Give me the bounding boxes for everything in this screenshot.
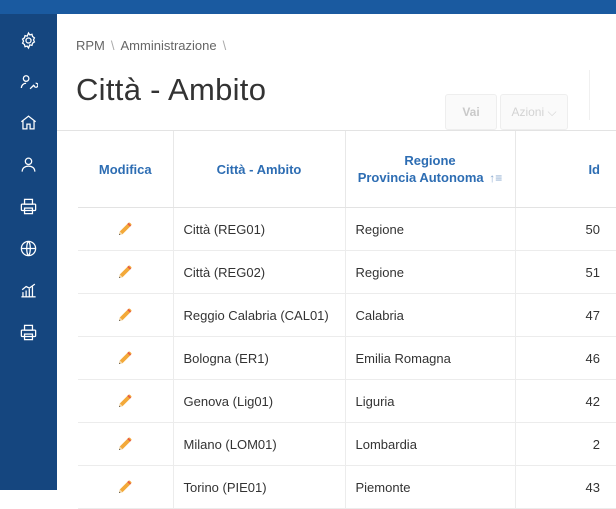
pencil-icon[interactable] [116,306,134,324]
pencil-icon[interactable] [116,263,134,281]
globe-icon [20,240,37,256]
edit-cell [78,293,174,337]
pencil-icon[interactable] [116,220,134,238]
pencil-icon[interactable] [116,435,134,453]
region-cell: Calabria [345,293,516,337]
sidebar-item-reports[interactable] [0,270,57,310]
sidebar-item-print-2[interactable] [0,312,57,352]
column-header-edit[interactable]: Modifica [78,131,174,208]
breadcrumb-separator: \ [222,38,227,53]
gear-icon [21,31,36,49]
id-cell: 47 [515,293,616,337]
edit-cell [78,207,174,251]
table-row: Città (REG01) Regione 50 [78,207,616,251]
main-content: RPM \ Amministrazione \ Città - Ambito Vai … [57,14,616,509]
actions-menu-button[interactable]: Azioni ⌵ [500,94,568,130]
pencil-icon[interactable] [116,392,134,410]
city-cell: Torino (PIE01) [173,465,346,509]
home-icon [20,114,37,129]
column-header-region[interactable]: Regione Provincia Autonoma ↑≡ [345,131,516,208]
id-cell: 2 [515,422,616,466]
toolbar-edge [589,70,616,120]
table-row: Torino (PIE01) Piemonte 43 [78,465,616,509]
edit-cell [78,250,174,294]
sidebar-item-web[interactable] [0,228,57,268]
region-cell: Regione [345,207,516,251]
page-title: Città - Ambito [76,72,267,107]
column-header-id[interactable]: Id [515,131,616,208]
sidebar [0,14,57,490]
printer-icon [20,324,37,340]
column-header-region-line2: Provincia Autonoma [357,169,484,185]
id-cell: 43 [515,465,616,509]
edit-cell [78,422,174,466]
column-header-city[interactable]: Città - Ambito [173,131,346,208]
table-row: Reggio Calabria (CAL01) Calabria 47 [78,293,616,337]
sort-ascending-icon: ↑≡ [489,170,503,185]
table-row: Genova (Lig01) Liguria 42 [78,379,616,423]
cities-table: Modifica Città - Ambito Regione Provinci… [78,131,616,509]
table-header-row: Modifica Città - Ambito Regione Provinci… [78,131,616,208]
breadcrumb-section[interactable]: Amministrazione [121,38,217,53]
id-cell: 51 [515,250,616,294]
id-cell: 42 [515,379,616,423]
region-cell: Regione [345,250,516,294]
table-row: Bologna (ER1) Emilia Romagna 46 [78,336,616,380]
edit-cell [78,379,174,423]
column-header-region-line1: Regione [404,152,456,168]
user-icon [21,157,36,172]
city-cell: Reggio Calabria (CAL01) [173,293,346,337]
region-cell: Piemonte [345,465,516,509]
pencil-icon[interactable] [116,349,134,367]
pencil-icon[interactable] [116,478,134,496]
user-wrench-icon [20,74,38,89]
city-cell: Genova (Lig01) [173,379,346,423]
sidebar-item-settings[interactable] [0,20,57,60]
printer-icon [20,198,37,214]
sidebar-item-profile[interactable] [0,144,57,184]
city-cell: Città (REG01) [173,207,346,251]
region-cell: Lombardia [345,422,516,466]
sidebar-item-user-admin[interactable] [0,62,57,102]
table-row: Milano (LOM01) Lombardia 2 [78,422,616,466]
report-grid: Modifica Città - Ambito Regione Provinci… [57,130,616,509]
city-cell: Città (REG02) [173,250,346,294]
table-row: Città (REG02) Regione 51 [78,250,616,294]
id-cell: 50 [515,207,616,251]
bar-chart-icon [21,283,36,297]
top-bar [0,0,616,14]
breadcrumb-root[interactable]: RPM [76,38,105,53]
id-cell: 46 [515,336,616,380]
breadcrumb: RPM \ Amministrazione \ [76,38,232,53]
edit-cell [78,336,174,380]
sidebar-item-print[interactable] [0,186,57,226]
breadcrumb-separator: \ [110,38,115,53]
go-button[interactable]: Vai [445,94,497,130]
city-cell: Milano (LOM01) [173,422,346,466]
sidebar-item-home[interactable] [0,102,57,142]
region-cell: Emilia Romagna [345,336,516,380]
city-cell: Bologna (ER1) [173,336,346,380]
region-cell: Liguria [345,379,516,423]
edit-cell [78,465,174,509]
